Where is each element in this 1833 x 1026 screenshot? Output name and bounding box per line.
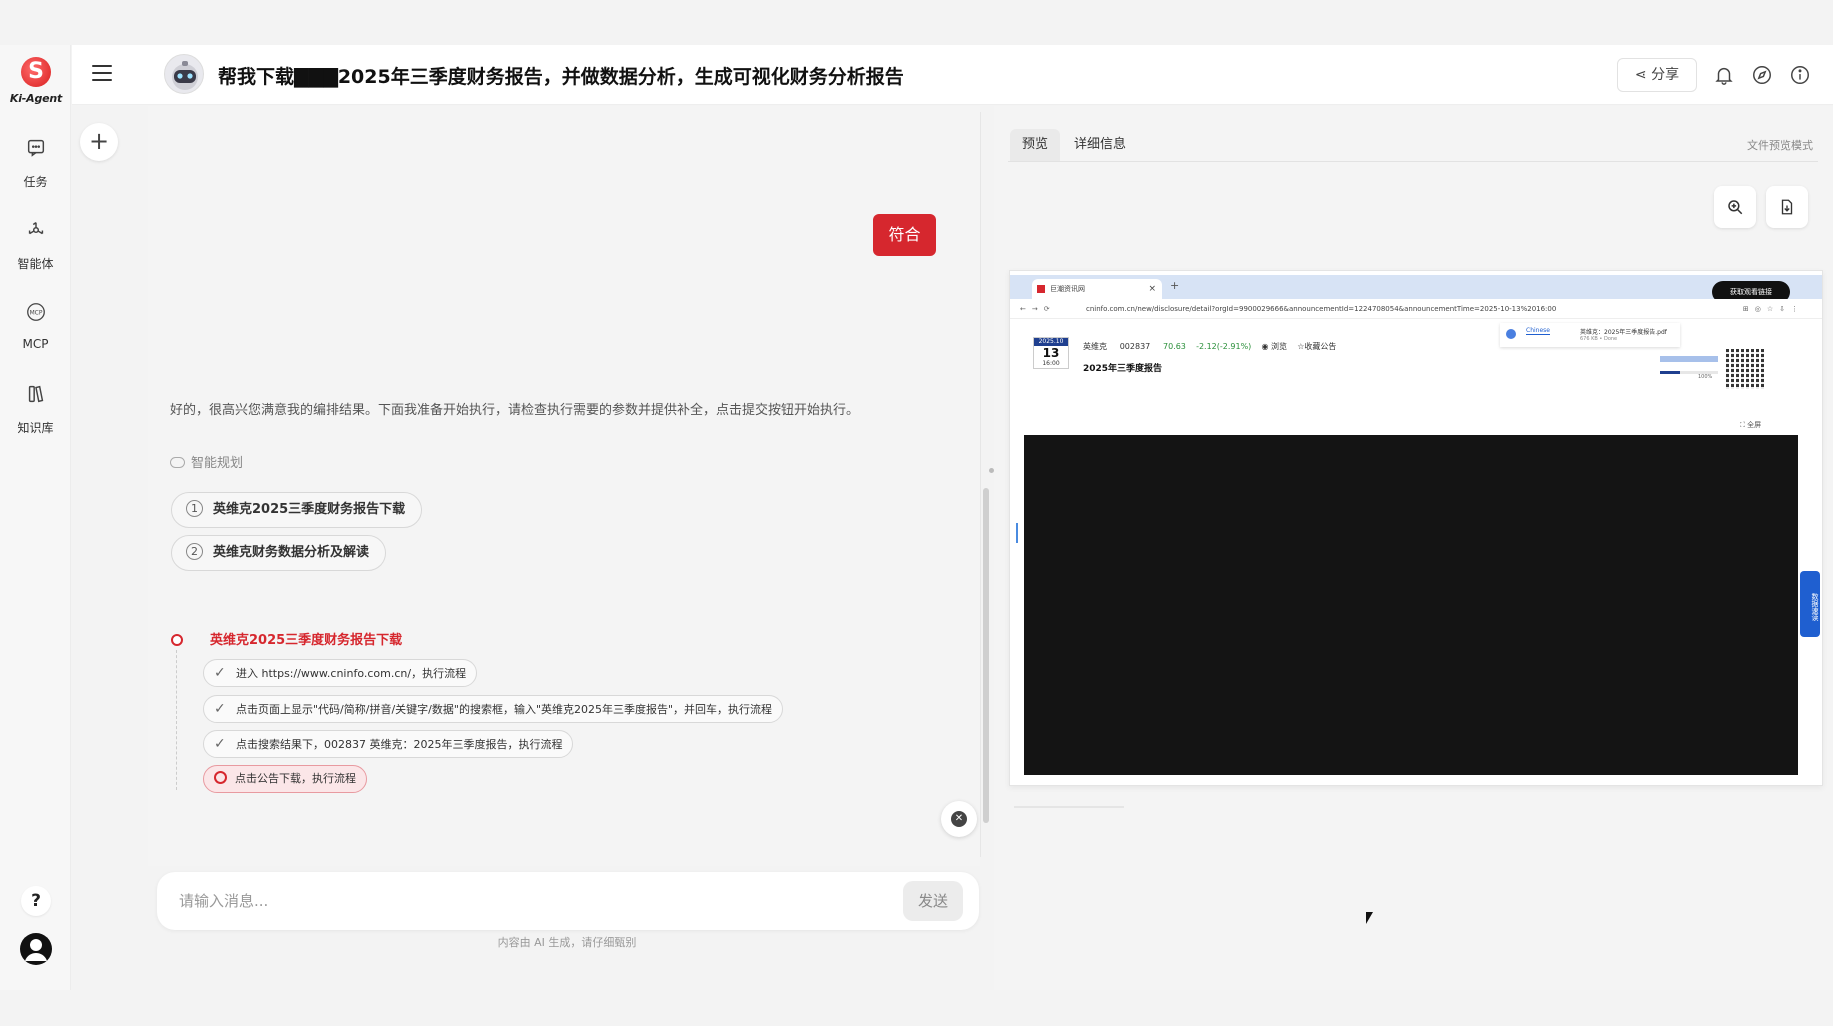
chat-scrollbar[interactable] bbox=[983, 488, 989, 823]
share-icon: ⋖ bbox=[1634, 67, 1647, 83]
sidebar-item-label: 智能体 bbox=[17, 257, 54, 271]
message-composer: 发送 bbox=[157, 872, 979, 930]
quick-read-button: 数据速读 bbox=[1800, 571, 1820, 637]
bot-avatar bbox=[164, 54, 204, 94]
page-title: 帮我下载▇▇▇2025年三季度财务报告，并做数据分析，生成可视化财务分析报告 bbox=[218, 66, 904, 88]
ai-disclaimer: 内容由 AI 生成，请仔细甄别 bbox=[497, 936, 637, 949]
check-icon: ✓ bbox=[214, 701, 226, 717]
new-tab-icon: + bbox=[1170, 279, 1180, 292]
fullscreen-label: ⛶ 全屏 bbox=[1740, 421, 1762, 429]
close-icon: ✕ bbox=[951, 811, 967, 827]
preview-footer-line bbox=[1014, 806, 1124, 808]
eye-icon: ◉ bbox=[1261, 342, 1269, 351]
close-button[interactable]: ✕ bbox=[941, 801, 977, 837]
scroll-marker bbox=[1016, 523, 1018, 543]
browser-screenshot-preview: 巨潮资讯网 × + 获取观看链接 ←→⟳ cninfo.com.cn/new/d… bbox=[1009, 270, 1823, 786]
browser-url: cninfo.com.cn/new/disclosure/detail?orgI… bbox=[1086, 305, 1557, 313]
translate-icon bbox=[1506, 329, 1516, 339]
share-button[interactable]: ⋖ 分享 bbox=[1617, 58, 1697, 92]
mcp-icon: MCP bbox=[26, 303, 45, 321]
download-percent: 100% bbox=[1698, 374, 1713, 380]
header: 帮我下载▇▇▇2025年三季度财务报告，并做数据分析，生成可视化财务分析报告 ⋖… bbox=[72, 45, 1833, 105]
menu-toggle-button[interactable] bbox=[92, 65, 112, 83]
browser-tab: 巨潮资讯网 × bbox=[1032, 279, 1162, 299]
plan-step-label: 英维克2025三季度财务报告下载 bbox=[213, 502, 406, 517]
new-chat-button[interactable]: + bbox=[80, 123, 118, 161]
assistant-message: 好的，很高兴您满意我的编排结果。下面我准备开始执行，请检查执行需要的参数并提供补… bbox=[170, 403, 860, 418]
running-ring-icon bbox=[214, 771, 227, 784]
download-progress-bar bbox=[1660, 356, 1718, 362]
svg-text:MCP: MCP bbox=[29, 309, 42, 316]
timeline-step-running: 点击公告下载，执行流程 bbox=[203, 765, 367, 793]
logo[interactable]: S Ki-Agent bbox=[8, 57, 64, 105]
brand-name: Ki-Agent bbox=[9, 92, 63, 105]
mouse-cursor-icon bbox=[1366, 912, 1373, 924]
stock-info: 英维克 002837 70.63 -2.12(-2.91%) ◉ 浏览 ☆收藏公… bbox=[1083, 342, 1337, 351]
sidebar: S Ki-Agent 任务 智能体 MCP MCP 知识库 ? bbox=[0, 45, 71, 990]
sidebar-item-mcp[interactable]: MCP MCP bbox=[0, 301, 71, 351]
info-icon[interactable] bbox=[1789, 64, 1811, 86]
timeline-step: ✓ 点击页面上显示"代码/简称/拼音/关键字/数据"的搜索框，输入"英维克2025… bbox=[203, 695, 784, 723]
user-avatar[interactable] bbox=[20, 933, 52, 965]
compass-icon[interactable] bbox=[1751, 64, 1773, 86]
timeline-line bbox=[176, 650, 177, 790]
book-icon bbox=[28, 385, 43, 403]
qr-code-image bbox=[1726, 349, 1766, 389]
plus-icon: + bbox=[88, 127, 110, 155]
pdf-viewer-area bbox=[1024, 435, 1798, 775]
tabs-divider bbox=[1008, 161, 1818, 162]
robot-icon bbox=[172, 61, 198, 90]
send-button[interactable]: 发送 bbox=[903, 881, 963, 921]
zoom-in-button[interactable] bbox=[1714, 186, 1756, 228]
file-export-icon bbox=[1781, 199, 1793, 215]
message-input[interactable] bbox=[179, 885, 859, 917]
tab-preview[interactable]: 预览 bbox=[1010, 129, 1061, 161]
help-button[interactable]: ? bbox=[21, 886, 51, 916]
download-popup: Chinese 英维克：2025年三季度报告.pdf 676 KB • Done bbox=[1500, 323, 1680, 347]
preview-mode-label: 文件预览模式 bbox=[1747, 139, 1813, 152]
share-label: 分享 bbox=[1651, 67, 1680, 83]
plan-icon bbox=[170, 457, 185, 468]
sidebar-item-tasks[interactable]: 任务 bbox=[0, 137, 71, 190]
check-icon: ✓ bbox=[214, 736, 226, 752]
browser-tab-strip: 巨潮资讯网 × + 获取观看链接 bbox=[1010, 275, 1822, 303]
report-title: 2025年三季度报告 bbox=[1083, 364, 1163, 374]
bell-icon[interactable] bbox=[1713, 64, 1735, 86]
timeline-active-dot bbox=[171, 634, 183, 646]
plan-step[interactable]: 2 英维克财务数据分析及解读 bbox=[171, 535, 387, 571]
browser-nav-icons: ←→⟳ bbox=[1020, 305, 1056, 313]
plan-section-label: 智能规划 bbox=[170, 452, 243, 471]
preview-panel: 预览 详细信息 文件预览模式 巨潮资讯网 × + 获取观看链接 ←→⟳ cnin… bbox=[994, 106, 1833, 990]
panel-divider bbox=[980, 112, 981, 857]
user-message-bubble: 符合 bbox=[873, 214, 936, 256]
logo-mark-icon: S bbox=[21, 57, 51, 87]
timeline-step: ✓ 进入 https://www.cninfo.com.cn/，执行流程 bbox=[203, 659, 478, 687]
check-icon: ✓ bbox=[214, 665, 226, 681]
agent-icon bbox=[28, 222, 43, 235]
user-icon bbox=[25, 939, 47, 961]
step-number: 2 bbox=[186, 543, 203, 560]
chat-icon bbox=[27, 139, 44, 157]
sidebar-item-label: 任务 bbox=[23, 175, 48, 189]
tab-close-icon: × bbox=[1148, 284, 1156, 294]
step-number: 1 bbox=[186, 500, 203, 517]
browser-address-bar: ←→⟳ cninfo.com.cn/new/disclosure/detail?… bbox=[1010, 299, 1822, 319]
plan-step-label: 英维克财务数据分析及解读 bbox=[213, 545, 370, 560]
sidebar-item-knowledge[interactable]: 知识库 bbox=[0, 383, 71, 436]
zoom-in-icon bbox=[1728, 200, 1743, 215]
sidebar-item-label: 知识库 bbox=[17, 421, 54, 435]
export-file-button[interactable] bbox=[1766, 186, 1808, 228]
timeline-title: 英维克2025三季度财务报告下载 bbox=[210, 633, 403, 648]
tab-details[interactable]: 详细信息 bbox=[1062, 129, 1138, 161]
plan-step[interactable]: 1 英维克2025三季度财务报告下载 bbox=[171, 492, 423, 528]
date-badge: 2025.10 13 16:00 bbox=[1033, 337, 1069, 369]
favicon-icon bbox=[1037, 285, 1045, 293]
browser-toolbar-icons: ⊞◎☆⇩⋮ bbox=[1742, 305, 1804, 313]
sidebar-item-label: MCP bbox=[22, 337, 49, 351]
timeline-step: ✓ 点击搜索结果下，002837 英维克：2025年三季度报告，执行流程 bbox=[203, 730, 574, 758]
sidebar-item-agents[interactable]: 智能体 bbox=[0, 219, 71, 272]
